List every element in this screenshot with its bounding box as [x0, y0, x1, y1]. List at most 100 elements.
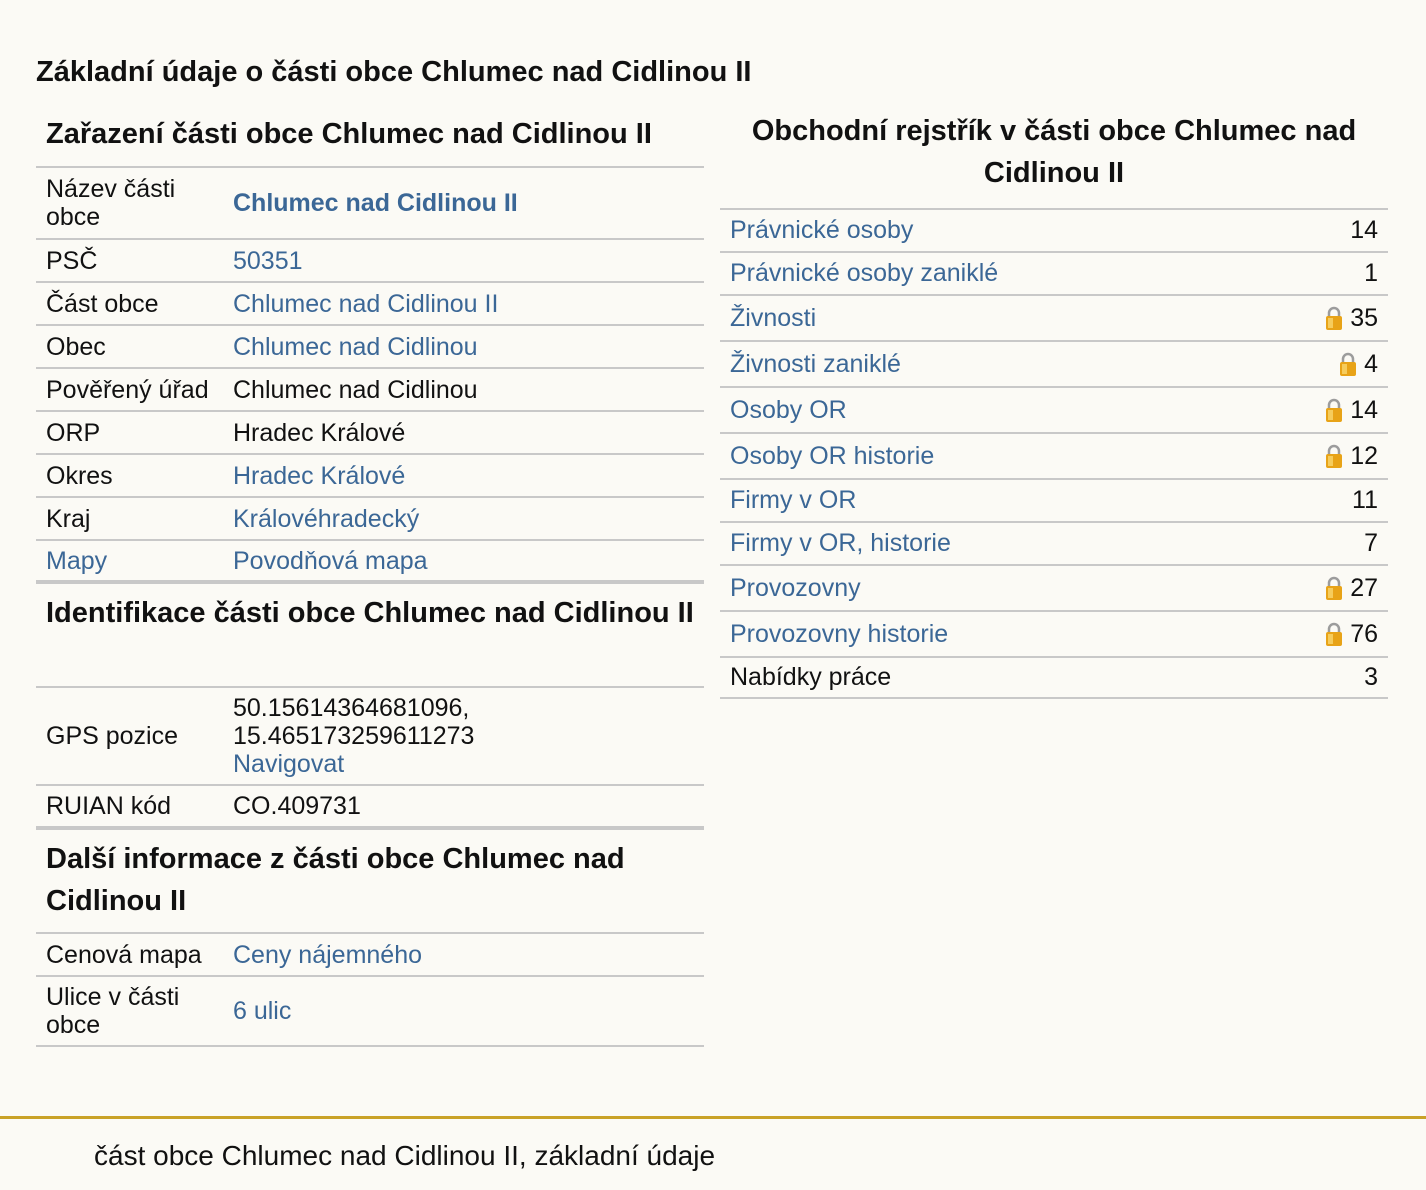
footer-divider — [0, 1116, 1426, 1119]
authorized-office-value: Chlumec nad Cidlinou — [233, 375, 478, 404]
page-title: Základní údaje o části obce Chlumec nad … — [36, 56, 752, 88]
row-label: Název části obce — [46, 175, 176, 231]
table-row: Osoby OR historie 12 — [720, 432, 1388, 478]
count: 35 — [1350, 303, 1378, 332]
navigate-link[interactable]: Navigovat — [233, 750, 344, 778]
dalsi-title: Další informace z části obce Chlumec nad… — [36, 828, 704, 932]
count-cell: 4 — [1338, 350, 1388, 379]
count: 11 — [1352, 486, 1378, 514]
municipality-link[interactable]: Chlumec nad Cidlinou — [233, 333, 704, 361]
count: 12 — [1350, 441, 1378, 470]
row-label: Ulice v části obce — [46, 983, 180, 1039]
orp-value: Hradec Králové — [233, 418, 406, 447]
dalsi-table: Cenová mapa Ceny nájemného Ulice v části… — [36, 932, 704, 1047]
lock-icon — [1326, 306, 1343, 330]
table-row: RUIAN kód CO.409731 — [36, 784, 704, 828]
footer-caption: část obce Chlumec nad Cidlinou II, zákla… — [94, 1140, 716, 1171]
table-row: Obec Chlumec nad Cidlinou — [36, 324, 704, 367]
rejstrik-table: Právnické osoby 14 Právnické osoby zanik… — [720, 208, 1388, 699]
count: 4 — [1364, 349, 1378, 378]
gps-value: 50.15614364681096, 15.465173259611273 Na… — [233, 694, 704, 778]
identifikace-title: Identifikace části obce Chlumec nad Cidl… — [36, 582, 704, 686]
row-label: Kraj — [46, 504, 91, 533]
town-part-link[interactable]: Chlumec nad Cidlinou II — [233, 290, 704, 318]
table-row: ORP Hradec Králové — [36, 410, 704, 453]
flood-map-link[interactable]: Povodňová mapa — [233, 547, 704, 575]
table-row: Živnosti 35 — [720, 294, 1388, 340]
lock-icon — [1340, 352, 1357, 376]
row-label: Okres — [46, 461, 113, 490]
legal-entities-link[interactable]: Právnické osoby — [720, 216, 1350, 245]
count-cell: 27 — [1324, 574, 1388, 603]
count-cell: 76 — [1324, 620, 1388, 649]
table-row: Nabídky práce 3 — [720, 656, 1388, 699]
establishments-history-link[interactable]: Provozovny historie — [720, 620, 1324, 649]
table-row: Mapy Povodňová mapa — [36, 539, 704, 582]
establishments-link[interactable]: Provozovny — [720, 574, 1324, 603]
zarazeni-table: Název části obce Chlumec nad Cidlinou II… — [36, 166, 704, 582]
count-cell: 14 — [1324, 396, 1388, 425]
table-row: Kraj Královéhradecký — [36, 496, 704, 539]
district-link[interactable]: Hradec Králové — [233, 462, 704, 490]
companies-or-history-link[interactable]: Firmy v OR, historie — [720, 529, 1364, 558]
count-cell: 35 — [1324, 304, 1388, 333]
zarazeni-title: Zařazení části obce Chlumec nad Cidlinou… — [46, 118, 652, 150]
count: 3 — [1364, 663, 1378, 691]
companies-or-link[interactable]: Firmy v OR — [720, 486, 1352, 515]
table-row: Osoby OR 14 — [720, 386, 1388, 432]
ruian-value: CO.409731 — [233, 792, 361, 820]
trades-link[interactable]: Živnosti — [720, 304, 1324, 333]
persons-or-link[interactable]: Osoby OR — [720, 396, 1324, 425]
lock-icon — [1326, 444, 1343, 468]
table-row: Okres Hradec Králové — [36, 453, 704, 496]
row-label: GPS pozice — [46, 722, 179, 750]
left-column: Zařazení části obce Chlumec nad Cidlinou… — [36, 110, 704, 1047]
row-label: ORP — [46, 418, 101, 447]
table-row: Cenová mapa Ceny nájemného — [36, 932, 704, 975]
table-row: Firmy v OR, historie 7 — [720, 521, 1388, 564]
table-row: Ulice v části obce 6 ulic — [36, 975, 704, 1047]
rent-prices-link[interactable]: Ceny nájemného — [233, 941, 704, 969]
table-row: Provozovny 27 — [720, 564, 1388, 610]
rejstrik-title: Obchodní rejstřík v části obce Chlumec n… — [751, 115, 1357, 189]
job-offers-label: Nabídky práce — [730, 663, 892, 691]
count: 14 — [1350, 395, 1378, 424]
table-row: Pověřený úřad Chlumec nad Cidlinou — [36, 367, 704, 410]
count-cell: 12 — [1324, 442, 1388, 471]
legal-entities-defunct-link[interactable]: Právnické osoby zaniklé — [720, 259, 1364, 288]
count: 76 — [1350, 619, 1378, 648]
table-row: Firmy v OR 11 — [720, 478, 1388, 521]
table-row: PSČ 50351 — [36, 238, 704, 281]
table-row: Provozovny historie 76 — [720, 610, 1388, 656]
table-row: GPS pozice 50.15614364681096, 15.4651732… — [36, 686, 704, 784]
lock-icon — [1326, 576, 1343, 600]
district-part-link[interactable]: Chlumec nad Cidlinou II — [233, 189, 704, 217]
row-label: Obec — [46, 332, 106, 361]
persons-or-history-link[interactable]: Osoby OR historie — [720, 442, 1324, 471]
lock-icon — [1326, 622, 1343, 646]
count: 14 — [1350, 216, 1378, 244]
maps-link[interactable]: Mapy — [36, 547, 233, 575]
region-link[interactable]: Královéhradecký — [233, 505, 704, 533]
row-label: Cenová mapa — [46, 940, 202, 969]
right-column: Obchodní rejstřík v části obce Chlumec n… — [720, 110, 1388, 699]
table-row: Právnické osoby 14 — [720, 208, 1388, 251]
table-row: Část obce Chlumec nad Cidlinou II — [36, 281, 704, 324]
count: 27 — [1350, 573, 1378, 602]
gps-latitude: 50.15614364681096, — [233, 694, 470, 722]
row-label: Část obce — [46, 289, 159, 318]
row-label: RUIAN kód — [46, 792, 172, 820]
gps-longitude: 15.465173259611273 — [233, 722, 475, 750]
table-row: Název části obce Chlumec nad Cidlinou II — [36, 166, 704, 238]
streets-link[interactable]: 6 ulic — [233, 997, 704, 1025]
table-row: Živnosti zaniklé 4 — [720, 340, 1388, 386]
row-label: Pověřený úřad — [46, 375, 209, 404]
identifikace-table: GPS pozice 50.15614364681096, 15.4651732… — [36, 686, 704, 828]
lock-icon — [1326, 398, 1343, 422]
count: 7 — [1364, 529, 1378, 557]
trades-defunct-link[interactable]: Živnosti zaniklé — [720, 350, 1338, 379]
table-row: Právnické osoby zaniklé 1 — [720, 251, 1388, 294]
count: 1 — [1364, 259, 1378, 287]
row-label: PSČ — [46, 246, 98, 275]
postal-code-link[interactable]: 50351 — [233, 247, 704, 275]
